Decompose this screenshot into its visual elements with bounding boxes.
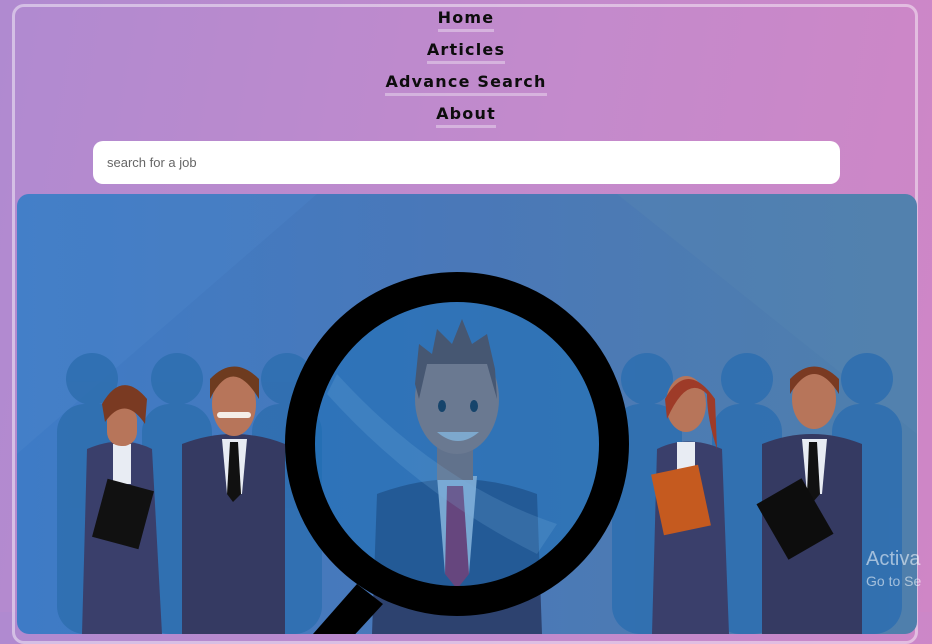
hero-illustration bbox=[17, 194, 917, 634]
nav-advance-search-link[interactable]: Advance Search bbox=[385, 72, 547, 96]
nav-articles-link[interactable]: Articles bbox=[426, 40, 506, 64]
job-search-input[interactable] bbox=[93, 141, 840, 184]
nav-about-link[interactable]: About bbox=[436, 104, 496, 128]
job-search-illustration bbox=[17, 194, 917, 634]
nav-home-link[interactable]: Home bbox=[437, 8, 495, 32]
main-nav: Home Articles Advance Search About bbox=[0, 8, 932, 136]
person-man-right bbox=[756, 366, 862, 634]
